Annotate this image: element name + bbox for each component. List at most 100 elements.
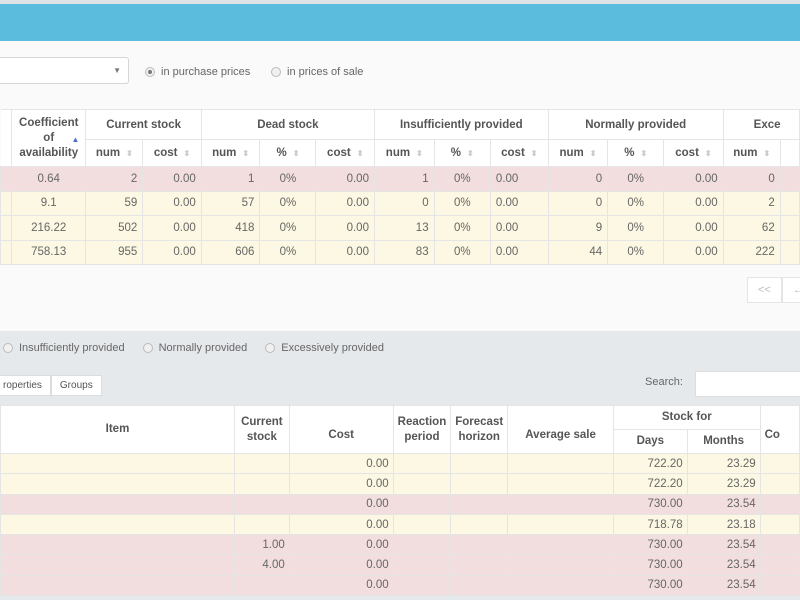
item-row[interactable]: 0.00 722.20 23.29 xyxy=(0,473,800,495)
cell-current-stock xyxy=(233,473,290,495)
cell-cost: 0.00 xyxy=(288,473,394,495)
cell-current-stock xyxy=(233,513,290,536)
cell-empty xyxy=(759,452,800,475)
cell-dead-cost: 0.00 xyxy=(315,166,375,192)
item-row[interactable]: 0.00 730.00 23.54 xyxy=(0,493,800,515)
sort-icon: ⬍ xyxy=(292,149,300,158)
cell-days: 730.00 xyxy=(612,554,688,576)
sub-dead-num[interactable]: num ⬍ xyxy=(200,139,261,167)
radio-unselected-icon[interactable] xyxy=(3,343,13,353)
cell-dead-cost: 0.00 xyxy=(315,215,375,241)
cell-empty xyxy=(779,190,800,216)
header-coefficient[interactable]: Coefficient of availability ▲ xyxy=(10,109,87,167)
cell-months: 23.29 xyxy=(686,473,761,495)
sub-norm-num[interactable]: num ⬍ xyxy=(547,139,609,167)
cell-avg-sale xyxy=(507,493,614,515)
header-current-stock: Current stock xyxy=(85,109,202,140)
cell-exc-num: 62 xyxy=(722,215,781,241)
sub-dead-cost[interactable]: cost ⬍ xyxy=(315,139,375,167)
cell-norm-cost: 0.00 xyxy=(663,215,724,241)
sub-dead-pct[interactable]: % ⬍ xyxy=(259,139,317,167)
first-page-button[interactable]: << xyxy=(747,277,782,303)
cell-norm-pct: 0% xyxy=(607,190,665,216)
summary-row[interactable]: 758.13 955 0.00 606 0% 0.00 83 0% 0.00 44 0% 0.00 22… xyxy=(0,239,800,265)
cell-empty xyxy=(759,473,800,495)
cell-cost: 0.00 xyxy=(288,534,394,556)
header-normally: Normally provided xyxy=(547,109,724,140)
cell-ins-num: 83 xyxy=(373,239,435,265)
filter-normally[interactable]: Normally provided xyxy=(142,342,247,354)
cell-days: 718.78 xyxy=(612,513,688,536)
header-cost[interactable]: Cost xyxy=(288,405,394,454)
radio-purchase-prices[interactable]: in purchase prices xyxy=(145,66,250,78)
sub-norm-pct[interactable]: % ⬍ xyxy=(607,139,665,167)
filter-insufficiently[interactable]: Insufficiently provided xyxy=(3,342,125,354)
cell-forecast xyxy=(450,534,509,556)
sub-norm-cost[interactable]: cost ⬍ xyxy=(663,139,724,167)
item-row[interactable]: 4.00 0.00 730.00 23.54 xyxy=(0,554,800,576)
cell-empty xyxy=(0,215,12,241)
cell-item xyxy=(0,513,235,536)
search-input[interactable] xyxy=(695,371,800,397)
cell-months: 23.54 xyxy=(686,554,761,576)
item-row[interactable]: 0.00 730.00 23.54 xyxy=(0,574,800,597)
sort-icon: ⬍ xyxy=(183,149,191,158)
sub-exc-num[interactable]: num ⬍ xyxy=(722,139,781,167)
cell-current-stock: 4.00 xyxy=(233,554,290,576)
item-row[interactable]: 0.00 718.78 23.18 xyxy=(0,513,800,536)
header-days[interactable]: Days xyxy=(612,429,688,454)
radio-unselected-icon[interactable] xyxy=(265,343,276,353)
cell-dead-pct: 0% xyxy=(259,166,317,192)
radio-unselected-icon[interactable] xyxy=(271,67,281,77)
cell-norm-num: 44 xyxy=(547,239,609,265)
filter-excessively[interactable]: Excessively provided xyxy=(265,342,384,354)
item-row[interactable]: 0.00 722.20 23.29 xyxy=(0,452,800,475)
cell-item xyxy=(0,554,235,576)
cell-empty xyxy=(759,534,800,556)
radio-unselected-icon[interactable] xyxy=(142,343,153,353)
summary-row[interactable]: 216.22 502 0.00 418 0% 0.00 13 0% 0.00 9 0% 0.00 62 xyxy=(0,215,800,241)
header-item[interactable]: Item xyxy=(0,405,235,454)
cell-dead-pct: 0% xyxy=(259,239,317,265)
sub-ins-pct[interactable]: % ⬍ xyxy=(433,139,491,167)
cell-norm-num: 0 xyxy=(547,190,609,216)
tab-groups[interactable]: Groups xyxy=(50,375,102,396)
cell-avg-sale xyxy=(507,554,614,576)
cell-cur-num: 2 xyxy=(85,166,144,192)
tab-properties[interactable]: roperties xyxy=(0,375,51,396)
prev-page-button[interactable]: ← xyxy=(781,277,800,303)
cell-months: 23.54 xyxy=(686,493,761,515)
radio-prices-of-sale[interactable]: in prices of sale xyxy=(271,66,363,78)
view-tabs: roperties Groups xyxy=(0,375,102,396)
cell-cost: 0.00 xyxy=(288,554,394,576)
header-current-stock[interactable]: Current stock xyxy=(233,405,290,454)
cell-days: 722.20 xyxy=(612,452,688,475)
summary-row[interactable]: 9.1 59 0.00 57 0% 0.00 0 0% 0.00 0 0% 0.00 2 xyxy=(0,190,800,216)
warehouse-select[interactable]: ▼ xyxy=(0,57,129,84)
header-next[interactable]: Co xyxy=(759,405,800,454)
header-forecast-horizon[interactable]: Forecast horizon xyxy=(450,405,509,454)
header-months[interactable]: Months xyxy=(686,429,761,454)
chevron-down-icon: ▼ xyxy=(113,66,121,75)
summary-row[interactable]: 0.64 2 0.00 1 0% 0.00 1 0% 0.00 0 0% 0.00 0 xyxy=(0,166,800,192)
cell-empty xyxy=(759,554,800,576)
cell-norm-pct: 0% xyxy=(607,166,665,192)
cell-item xyxy=(0,534,235,556)
cell-exc-num: 2 xyxy=(722,190,781,216)
sub-ins-num[interactable]: num ⬍ xyxy=(373,139,435,167)
cell-norm-pct: 0% xyxy=(607,215,665,241)
sub-cur-cost[interactable]: cost ⬍ xyxy=(142,139,202,167)
cell-dead-num: 606 xyxy=(200,239,261,265)
sub-cur-num[interactable]: num ⬍ xyxy=(85,139,144,167)
cell-reaction xyxy=(392,493,452,515)
cell-reaction xyxy=(392,534,452,556)
cell-ins-cost: 0.00 xyxy=(489,166,549,192)
header-cell-hidden[interactable] xyxy=(0,109,12,167)
header-average-sale[interactable]: Average sale xyxy=(507,405,614,454)
cell-cost: 0.00 xyxy=(288,574,394,597)
item-row[interactable]: 1.00 0.00 730.00 23.54 xyxy=(0,534,800,556)
sub-ins-cost[interactable]: cost ⬍ xyxy=(489,139,549,167)
header-reaction-period[interactable]: Reaction period xyxy=(392,405,452,454)
cell-days: 730.00 xyxy=(612,574,688,597)
radio-selected-icon[interactable] xyxy=(145,67,155,77)
